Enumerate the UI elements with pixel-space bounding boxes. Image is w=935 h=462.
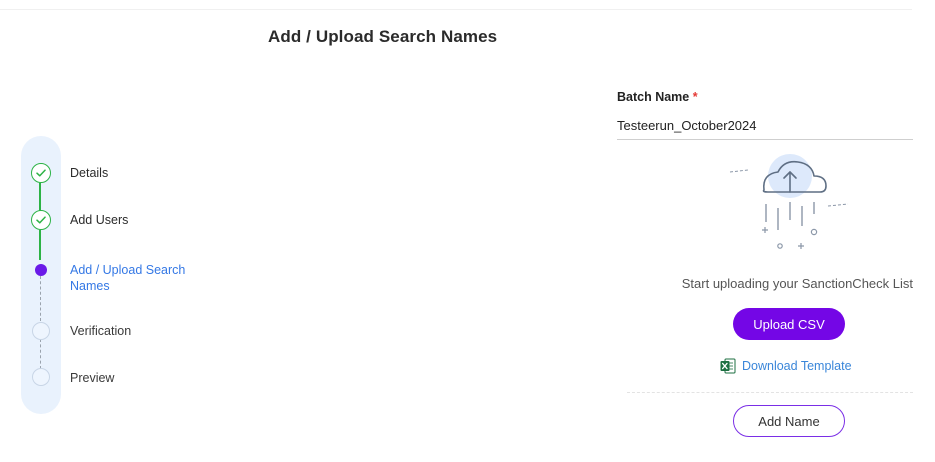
top-divider [0,9,912,10]
batch-name-label-text: Batch Name [617,90,690,104]
step-verification[interactable]: Verification [70,323,131,339]
check-icon [36,169,46,177]
step-connector [40,276,41,321]
add-name-button[interactable]: Add Name [733,405,845,437]
step-preview[interactable]: Preview [70,370,114,386]
step-1-check-icon [31,163,51,183]
batch-name-input[interactable] [617,112,913,140]
page-title: Add / Upload Search Names [268,27,498,46]
cloud-upload-icon [729,154,849,249]
section-divider [627,392,913,393]
step-pending-icon [32,368,50,386]
step-add-users[interactable]: Add Users [70,212,128,228]
step-connector [40,339,41,369]
step-connector [39,230,41,260]
check-icon [36,216,46,224]
step-add-upload-search-names[interactable]: Add / Upload Search Names [70,262,220,294]
excel-file-icon [720,358,736,374]
download-template-label: Download Template [742,359,852,373]
upload-hint-text: Start uploading your SanctionCheck List [681,276,913,291]
upload-csv-button[interactable]: Upload CSV [733,308,845,340]
download-template-link[interactable]: Download Template [720,357,852,375]
step-2-check-icon [31,210,51,230]
batch-name-label: Batch Name * [617,90,698,104]
step-details[interactable]: Details [70,165,108,181]
step-pending-icon [32,322,50,340]
required-marker: * [692,90,698,104]
step-active-dot-icon [35,264,47,276]
step-connector [39,183,41,211]
